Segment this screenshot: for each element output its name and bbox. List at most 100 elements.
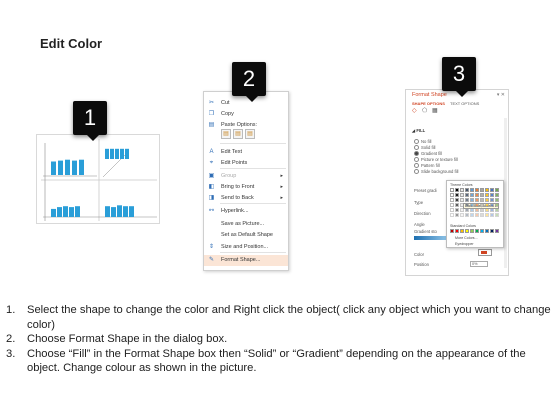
effects-icon[interactable]: ⬠: [422, 108, 429, 115]
theme-color-swatch[interactable]: [475, 208, 479, 212]
standard-color-swatch[interactable]: [490, 229, 494, 233]
theme-color-swatch[interactable]: [465, 193, 469, 197]
theme-color-swatch[interactable]: [460, 193, 464, 197]
theme-color-swatch[interactable]: [450, 213, 454, 217]
menu-item-group[interactable]: ▣ Group ▸: [204, 171, 288, 182]
chart-bar[interactable]: [51, 161, 56, 176]
chart-bar[interactable]: [129, 206, 134, 217]
theme-color-swatch[interactable]: [485, 213, 489, 217]
theme-color-swatch[interactable]: [495, 203, 499, 207]
chart-thumbnail[interactable]: [36, 134, 160, 224]
theme-color-swatch[interactable]: [455, 198, 459, 202]
theme-color-swatch[interactable]: [490, 198, 494, 202]
standard-color-swatch[interactable]: [485, 229, 489, 233]
theme-color-swatch[interactable]: [470, 188, 474, 192]
theme-color-swatch[interactable]: [455, 213, 459, 217]
theme-color-swatch[interactable]: [470, 193, 474, 197]
theme-color-swatch[interactable]: [485, 193, 489, 197]
theme-color-swatch[interactable]: [455, 208, 459, 212]
chart-bar[interactable]: [57, 207, 62, 217]
standard-color-swatch[interactable]: [460, 229, 464, 233]
fill-option-solid[interactable]: Solid fill: [414, 145, 435, 150]
paste-picture-icon[interactable]: ▤: [233, 129, 243, 139]
more-colors-item[interactable]: More Colors...: [455, 236, 478, 240]
theme-color-swatch[interactable]: [460, 188, 464, 192]
theme-color-swatch[interactable]: [480, 193, 484, 197]
theme-color-swatch[interactable]: [495, 213, 499, 217]
theme-color-swatch[interactable]: [465, 208, 469, 212]
theme-color-swatch[interactable]: [450, 203, 454, 207]
theme-color-swatch[interactable]: [475, 203, 479, 207]
theme-color-swatch[interactable]: [470, 198, 474, 202]
theme-color-swatch[interactable]: [470, 203, 474, 207]
theme-color-swatch[interactable]: [450, 208, 454, 212]
theme-color-swatch[interactable]: [465, 198, 469, 202]
chart-bar[interactable]: [125, 148, 129, 159]
menu-item-bring-to-front[interactable]: ◧ Bring to Front ▸: [204, 182, 288, 193]
fill-option-picture[interactable]: Picture or texture fill: [414, 157, 458, 162]
theme-color-swatch[interactable]: [460, 198, 464, 202]
theme-color-swatch[interactable]: [470, 213, 474, 217]
tab-text-options[interactable]: TEXT OPTIONS: [450, 101, 479, 106]
standard-color-swatch[interactable]: [455, 229, 459, 233]
theme-color-swatch[interactable]: [475, 188, 479, 192]
chart-bar[interactable]: [105, 206, 110, 217]
theme-color-swatch[interactable]: [450, 198, 454, 202]
theme-color-swatch[interactable]: [480, 208, 484, 212]
chart-bar[interactable]: [120, 148, 124, 159]
fill-section-header[interactable]: ◢ FILL: [412, 128, 425, 133]
theme-color-swatch[interactable]: [460, 213, 464, 217]
fill-line-icon[interactable]: ◇: [412, 108, 419, 115]
chart-bar[interactable]: [105, 148, 109, 159]
theme-color-swatch[interactable]: [480, 213, 484, 217]
chart-bar[interactable]: [69, 207, 74, 217]
paste-text-only-icon[interactable]: ▤: [245, 129, 255, 139]
color-dropdown-button[interactable]: [478, 249, 492, 256]
theme-color-swatch[interactable]: [470, 208, 474, 212]
theme-color-swatch[interactable]: [455, 193, 459, 197]
theme-color-swatch[interactable]: [490, 213, 494, 217]
theme-color-swatch[interactable]: [465, 188, 469, 192]
theme-color-swatch[interactable]: [480, 198, 484, 202]
pane-close-button[interactable]: ▾ ✕: [497, 92, 505, 98]
theme-color-swatch[interactable]: [450, 193, 454, 197]
theme-color-swatch[interactable]: [455, 203, 459, 207]
theme-color-swatch[interactable]: [450, 188, 454, 192]
fill-option-gradient[interactable]: Gradient fill: [414, 151, 442, 156]
chart-bar[interactable]: [115, 148, 119, 159]
standard-color-swatch[interactable]: [480, 229, 484, 233]
menu-item-format-shape[interactable]: ✎ Format Shape...: [204, 255, 288, 266]
standard-color-swatch[interactable]: [450, 229, 454, 233]
size-icon[interactable]: ▦: [432, 108, 439, 115]
theme-color-swatch[interactable]: [480, 203, 484, 207]
fill-option-none[interactable]: No fill: [414, 139, 431, 144]
theme-color-swatch[interactable]: [455, 188, 459, 192]
fill-option-pattern[interactable]: Pattern fill: [414, 163, 440, 168]
menu-item-copy[interactable]: ❐ Copy: [204, 109, 288, 120]
theme-color-swatch[interactable]: [485, 188, 489, 192]
standard-color-swatch[interactable]: [475, 229, 479, 233]
standard-color-swatch[interactable]: [470, 229, 474, 233]
theme-color-swatch[interactable]: [480, 188, 484, 192]
chart-bar[interactable]: [72, 160, 77, 175]
theme-color-swatch[interactable]: [490, 203, 494, 207]
theme-color-swatch[interactable]: [495, 193, 499, 197]
menu-item-default-shape[interactable]: Set as Default Shape: [204, 230, 288, 241]
theme-color-swatch[interactable]: [485, 203, 489, 207]
theme-color-swatch[interactable]: [495, 198, 499, 202]
theme-color-swatch[interactable]: [460, 203, 464, 207]
chart-bar[interactable]: [110, 148, 114, 159]
pane-scrollbar[interactable]: [504, 118, 507, 268]
chart-bar[interactable]: [63, 206, 68, 217]
tab-shape-options[interactable]: SHAPE OPTIONS: [412, 101, 445, 106]
theme-color-swatch[interactable]: [460, 208, 464, 212]
standard-color-swatch[interactable]: [465, 229, 469, 233]
theme-color-swatch[interactable]: [465, 203, 469, 207]
chart-bar[interactable]: [117, 205, 122, 217]
theme-color-swatch[interactable]: [490, 188, 494, 192]
chart-bar[interactable]: [65, 159, 70, 175]
menu-item-edit-text[interactable]: A Edit Text: [204, 147, 288, 158]
chart-bar[interactable]: [75, 206, 80, 217]
theme-color-swatch[interactable]: [485, 208, 489, 212]
paste-keep-source-icon[interactable]: ▤: [221, 129, 231, 139]
